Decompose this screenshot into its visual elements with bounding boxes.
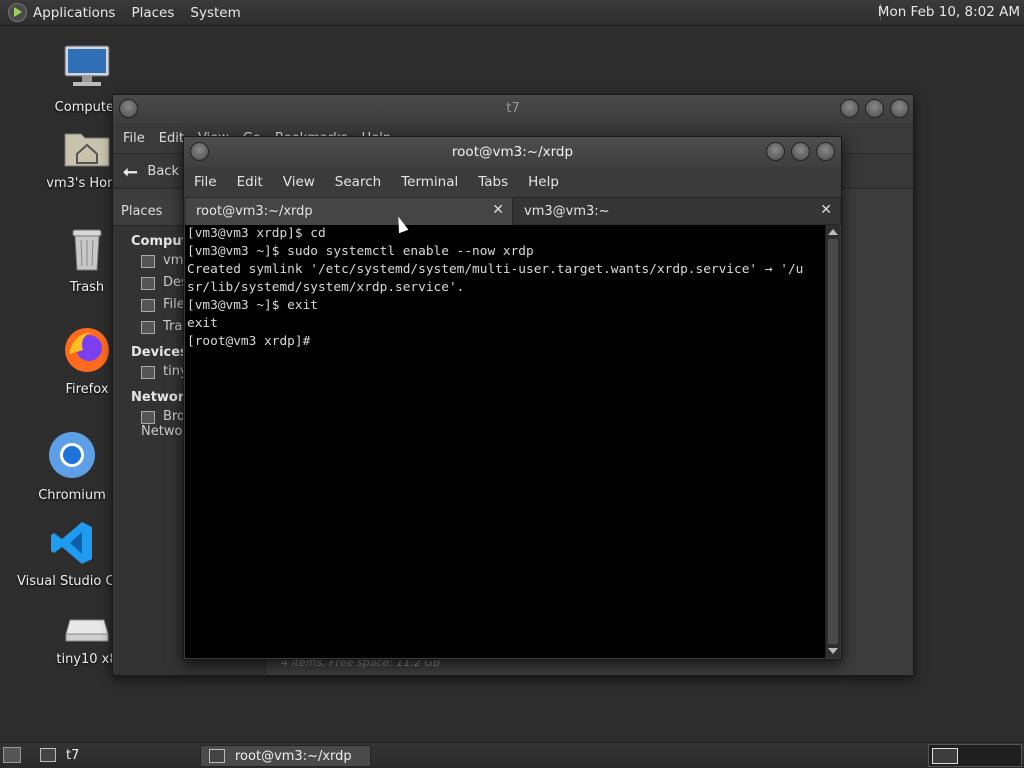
taskbar-item-label: t7 xyxy=(66,747,80,763)
bottom-panel: t7 root@vm3:~/xrdp xyxy=(0,742,1024,768)
desktop-icon-vscode[interactable]: Visual Studio Code xyxy=(17,520,139,589)
desktop-icon-chromium[interactable]: Chromium xyxy=(17,430,127,503)
term-menu-help[interactable]: Help xyxy=(528,174,559,190)
back-button[interactable]: Back xyxy=(147,164,179,179)
fm-menu-edit[interactable]: Edit xyxy=(159,131,184,146)
close-button[interactable] xyxy=(816,142,835,161)
minimize-button[interactable] xyxy=(840,99,859,118)
home-folder-icon xyxy=(64,133,110,167)
term-menu-terminal[interactable]: Terminal xyxy=(401,174,458,190)
taskbar-item-file-manager[interactable]: t7 xyxy=(32,745,87,765)
system-menu[interactable]: System xyxy=(190,5,240,21)
term-menu-edit[interactable]: Edit xyxy=(237,174,263,190)
terminal-output[interactable]: [vm3@vm3 xrdp]$ cd [vm3@vm3 ~]$ sudo sys… xyxy=(185,225,826,658)
clock[interactable]: Mon Feb 10, 8:02 AM xyxy=(878,4,1020,20)
vscode-icon xyxy=(51,522,92,564)
fm-menu-file[interactable]: File xyxy=(123,131,145,146)
computer-icon xyxy=(64,45,110,86)
term-menu-view[interactable]: View xyxy=(283,174,315,190)
tab-root-xrdp[interactable]: root@vm3:~/xrdp ✕ xyxy=(185,197,513,225)
places-menu[interactable]: Places xyxy=(131,5,174,21)
workspace-switcher[interactable] xyxy=(928,744,1022,767)
terminal-scrollbar[interactable] xyxy=(825,225,840,658)
close-button[interactable] xyxy=(890,99,909,118)
terminal-icon xyxy=(209,749,225,763)
term-menu-tabs[interactable]: Tabs xyxy=(478,174,508,190)
file-manager-title: t7 xyxy=(506,101,520,116)
terminal-title: root@vm3:~/xrdp xyxy=(451,144,574,160)
file-manager-titlebar[interactable]: t7 xyxy=(113,95,913,123)
terminal-titlebar[interactable]: root@vm3:~/xrdp xyxy=(184,137,841,167)
top-panel: Applications Places System Mon Feb 10, 8… xyxy=(0,0,1024,26)
back-arrow-icon[interactable]: ⭠ xyxy=(123,161,137,182)
close-tab-icon[interactable]: ✕ xyxy=(492,202,504,218)
terminal-tab-bar: root@vm3:~/xrdp ✕ vm3@vm3:~ ✕ xyxy=(184,197,841,225)
window-controls xyxy=(840,99,909,118)
tab-vm3-home[interactable]: vm3@vm3:~ ✕ xyxy=(513,197,841,225)
folder-icon xyxy=(40,748,56,762)
scrollbar-thumb[interactable] xyxy=(828,239,838,644)
terminal-menubar: File Edit View Search Terminal Tabs Help xyxy=(184,167,841,197)
firefox-icon xyxy=(65,328,109,372)
term-menu-search[interactable]: Search xyxy=(335,174,381,190)
scroll-up-icon[interactable] xyxy=(828,229,838,235)
terminal-window[interactable]: root@vm3:~/xrdp File Edit View Search Te… xyxy=(183,136,842,660)
taskbar-item-label: root@vm3:~/xrdp xyxy=(235,748,352,764)
taskbar-item-terminal[interactable]: root@vm3:~/xrdp xyxy=(200,745,371,767)
chromium-icon xyxy=(49,432,95,478)
desktop-icon-label: Chromium xyxy=(38,488,106,503)
scroll-down-icon[interactable] xyxy=(828,648,838,654)
distro-logo-icon[interactable] xyxy=(8,3,27,22)
trash-icon xyxy=(72,229,102,271)
maximize-button[interactable] xyxy=(865,99,884,118)
applications-menu[interactable]: Applications xyxy=(33,5,115,21)
drive-icon xyxy=(65,619,109,642)
tab-label: vm3@vm3:~ xyxy=(524,203,610,219)
minimize-button[interactable] xyxy=(766,142,785,161)
workspace-1[interactable] xyxy=(932,748,958,764)
maximize-button[interactable] xyxy=(791,142,810,161)
show-desktop-icon[interactable] xyxy=(3,747,21,763)
tab-label: root@vm3:~/xrdp xyxy=(196,204,313,219)
window-controls xyxy=(766,142,835,161)
term-menu-file[interactable]: File xyxy=(194,174,217,190)
close-tab-icon[interactable]: ✕ xyxy=(820,202,832,218)
desktop-icon-label: Visual Studio Code xyxy=(17,574,139,589)
